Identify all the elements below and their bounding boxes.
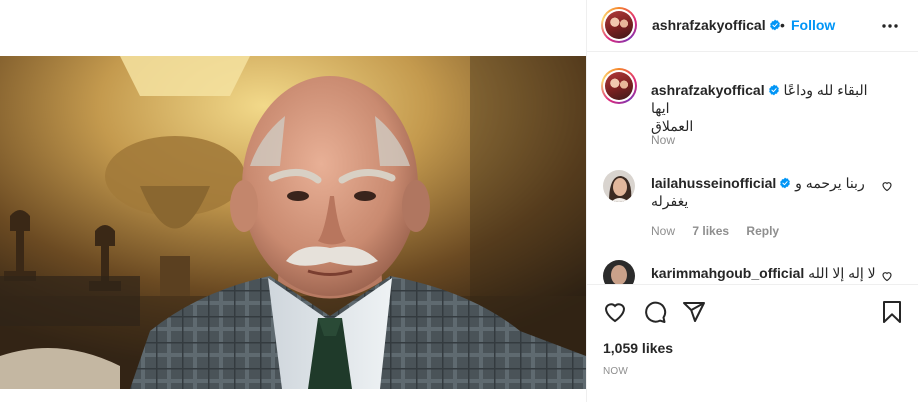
separator-dot: •: [780, 17, 785, 33]
comment-text: lailahusseinofficial ربنا يرحمه و يغفرله: [651, 174, 887, 210]
verified-badge-icon: [768, 84, 779, 96]
follow-button[interactable]: Follow: [791, 17, 835, 33]
comments-list[interactable]: ashrafzakyoffical البقاء لله وداعًا ايها…: [587, 52, 918, 284]
commenter-avatar[interactable]: [603, 260, 635, 284]
author-username[interactable]: ashrafzakyoffical: [652, 17, 781, 33]
comment-like-heart-icon[interactable]: [881, 270, 893, 282]
bookmark-icon[interactable]: [880, 300, 904, 324]
post-photo[interactable]: [0, 56, 586, 389]
post-header: ashrafzakyoffical • Follow: [587, 0, 918, 52]
comment-meta: Now 7 likes Reply: [651, 224, 793, 238]
comment-item: lailahusseinofficial ربنا يرحمه و يغفرله…: [603, 170, 903, 240]
likes-count[interactable]: 1,059 likes: [603, 340, 673, 356]
share-icon[interactable]: [682, 300, 706, 324]
verified-badge-icon: [769, 19, 780, 31]
comment-likes[interactable]: 7 likes: [692, 224, 729, 238]
commenter-name[interactable]: lailahusseinofficial: [651, 175, 776, 191]
commenter-name[interactable]: karimmahgoub_official: [651, 265, 804, 281]
comment-text: karimmahgoub_official لا إله إلا الله: [651, 264, 887, 282]
post-timestamp: NOW: [603, 366, 629, 377]
caption-author-avatar[interactable]: [601, 68, 637, 104]
caption-meta: Now: [651, 133, 689, 147]
commenter-avatar[interactable]: [603, 170, 635, 202]
author-avatar[interactable]: [601, 7, 637, 43]
commenter-avatar-image: [603, 170, 635, 202]
comment-icon[interactable]: [643, 300, 667, 324]
comment-line-1: لا إله إلا الله: [808, 265, 876, 281]
caption-time: Now: [651, 133, 676, 147]
more-options-icon[interactable]: [880, 16, 900, 36]
comment-like-heart-icon[interactable]: [881, 180, 893, 192]
author-name-text[interactable]: ashrafzakyoffical: [652, 17, 766, 33]
comment-time: Now: [651, 224, 676, 238]
comment-line-2: يغفرله: [651, 193, 689, 209]
post-actions: 1,059 likes NOW: [587, 284, 918, 402]
caption: ashrafzakyoffical البقاء لله وداعًا ايها…: [601, 68, 903, 160]
caption-line-2: العملاق: [651, 118, 694, 134]
portrait-image: [0, 56, 586, 389]
commenter-avatar-image: [603, 260, 635, 284]
caption-text: ashrafzakyoffical البقاء لله وداعًا ايها…: [651, 81, 887, 135]
comment-line-1: ربنا يرحمه و: [795, 175, 865, 191]
post-side-panel: ashrafzakyoffical • Follow ashrafzakyoff…: [586, 0, 918, 402]
post-media-pane: [0, 0, 586, 402]
caption-author-name[interactable]: ashrafzakyoffical: [651, 82, 765, 98]
verified-badge-icon: [780, 177, 791, 189]
reply-button[interactable]: Reply: [746, 224, 779, 238]
comment-item: karimmahgoub_official لا إله إلا الله: [603, 260, 903, 284]
heart-icon[interactable]: [603, 300, 627, 324]
